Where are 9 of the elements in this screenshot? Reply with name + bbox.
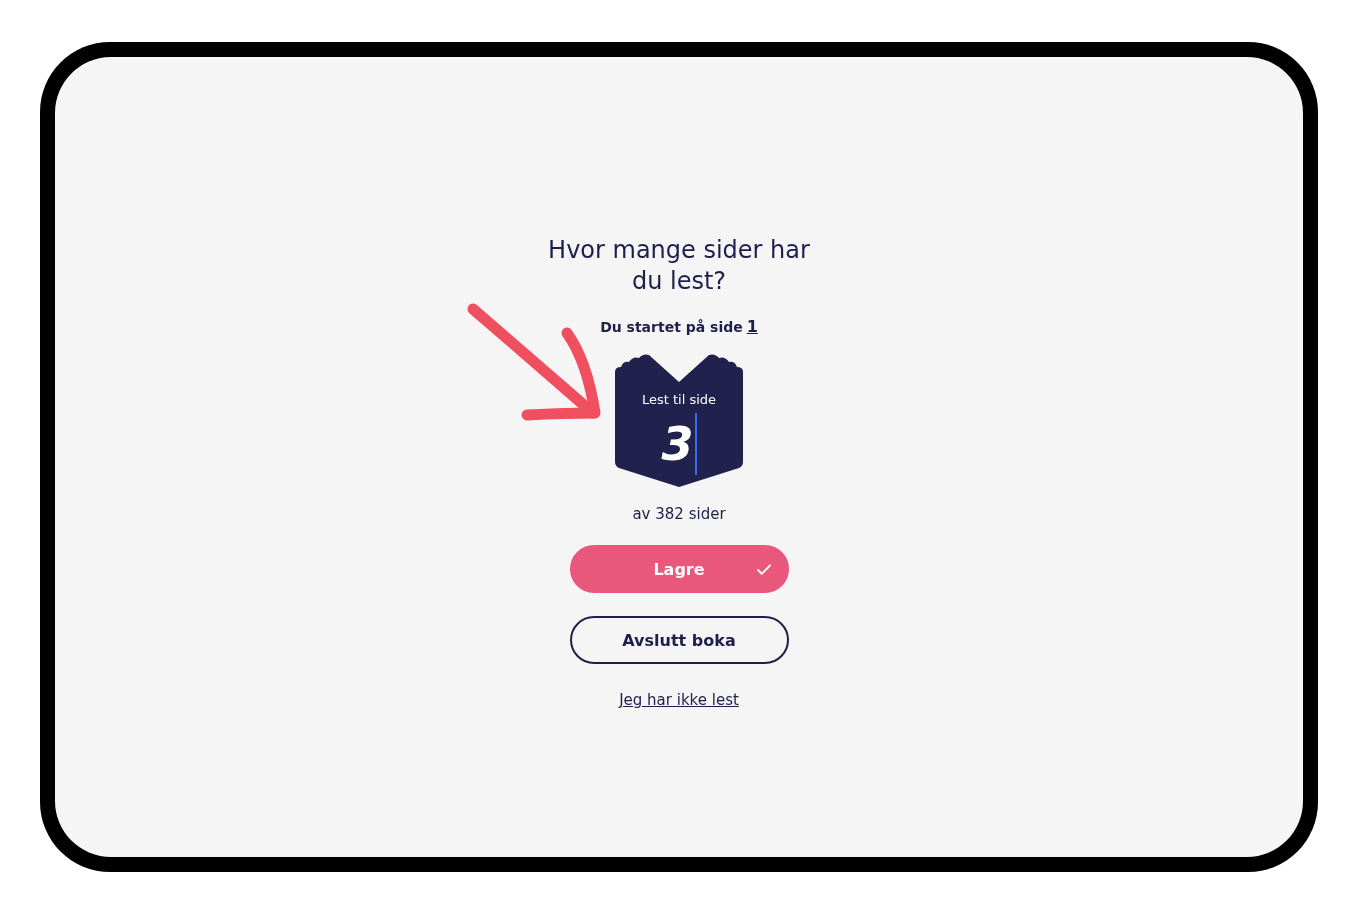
not-read-link[interactable]: Jeg har ikke lest: [619, 691, 739, 709]
start-page-link[interactable]: 1: [746, 317, 758, 336]
total-pages: av 382 sider: [632, 505, 726, 523]
page-heading: Hvor mange sider har du lest?: [547, 235, 811, 297]
finish-button[interactable]: Avslutt boka: [569, 616, 789, 664]
start-label: Du startet på side: [600, 319, 743, 335]
text-cursor: [694, 413, 697, 475]
book-label: Lest til side: [640, 392, 718, 407]
page-input[interactable]: 3: [661, 421, 694, 467]
